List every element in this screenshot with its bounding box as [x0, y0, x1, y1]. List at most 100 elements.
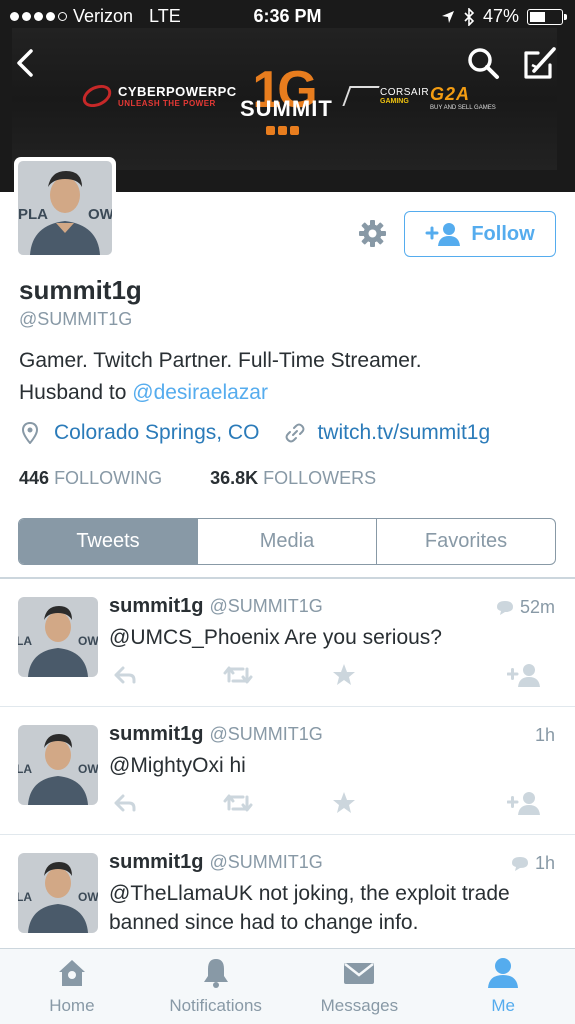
tweet-time: 1h [511, 853, 555, 874]
person-icon [488, 958, 519, 988]
tweet-header: summit1g @SUMMIT1G [109, 851, 323, 874]
reply-bubble-icon [496, 600, 513, 615]
tweet-avatar-image: LA OW [18, 597, 98, 677]
followers-stat[interactable]: 36.8K FOLLOWERS [210, 468, 376, 489]
tweet-author-handle: @SUMMIT1G [209, 852, 323, 872]
tab-media[interactable]: Media [197, 519, 376, 564]
tweet-item[interactable]: LA OW summit1g @SUMMIT1G 1h @TheLlamaUK not j… [0, 835, 575, 963]
reply-icon[interactable] [113, 791, 137, 815]
svg-text:OW: OW [78, 762, 98, 776]
tweet-text: @TheLlamaUK not joking, the exploit trad… [109, 882, 510, 934]
cyber-text: CYBERPOWERPC [118, 84, 237, 99]
svg-text:OW: OW [78, 634, 98, 648]
tweet-avatar[interactable]: LA OW [18, 597, 98, 677]
cyberpowerpc-logo: CYBERPOWERPC UNLEASH THE POWER [79, 80, 237, 112]
tweet-time: 1h [535, 725, 555, 746]
gear-icon[interactable] [359, 220, 386, 247]
tabbar-me[interactable]: Me [431, 949, 575, 1024]
reply-icon[interactable] [113, 663, 137, 687]
tab-tweets[interactable]: Tweets [19, 519, 197, 564]
corsair-text: CORSAIR [380, 87, 430, 98]
follow-user-icon[interactable] [507, 791, 541, 815]
location-pin-icon [22, 422, 38, 444]
tweet-timestamp: 1h [534, 725, 555, 745]
tweet-item[interactable]: LA OW summit1g @SUMMIT1G 1h @MightyOxi hi [0, 707, 575, 835]
link-icon [285, 423, 305, 443]
followers-count: 36.8K [210, 468, 259, 488]
tweet-text: @UMCS_Phoenix Are you serious? [109, 626, 442, 649]
follow-button[interactable]: Follow [404, 211, 556, 257]
tweet-actions [113, 791, 543, 815]
tweet-author-name[interactable]: summit1g [109, 723, 203, 745]
tabbar-messages[interactable]: Messages [288, 949, 432, 1024]
tweet-timestamp: 52m [519, 597, 555, 617]
bio-line-1: Gamer. Twitch Partner. Full-Time Streame… [19, 349, 422, 372]
tweet-avatar[interactable]: LA OW [18, 725, 98, 805]
search-icon[interactable] [466, 46, 500, 80]
profile-meta: Colorado Springs, CO twitch.tv/summit1g [22, 421, 490, 445]
tweet-author-name[interactable]: summit1g [109, 595, 203, 617]
tweet-header: summit1g @SUMMIT1G [109, 595, 323, 618]
svg-text:OW: OW [78, 890, 98, 904]
tweet-actions [113, 663, 543, 687]
battery-icon [527, 8, 567, 25]
g2a-tagline: BUY AND SELL GAMES [430, 105, 496, 111]
tweet-author-name[interactable]: summit1g [109, 851, 203, 873]
retweet-icon[interactable] [223, 663, 253, 687]
tweet-author-handle: @SUMMIT1G [209, 596, 323, 616]
following-label: FOLLOWING [54, 468, 163, 488]
svg-text:LA: LA [18, 634, 32, 648]
home-icon [58, 960, 85, 986]
profile-handle: @SUMMIT1G [19, 309, 133, 329]
profile-website-link[interactable]: twitch.tv/summit1g [317, 421, 490, 445]
tweet-author-handle: @SUMMIT1G [209, 724, 323, 744]
tweet-time: 52m [496, 597, 555, 618]
bluetooth-icon [464, 7, 475, 26]
tabbar-home[interactable]: Home [0, 949, 144, 1024]
follow-label: Follow [471, 222, 535, 245]
svg-text:LA: LA [18, 762, 32, 776]
follow-user-icon[interactable] [507, 663, 541, 687]
battery-percent: 47% [482, 6, 519, 26]
following-stat[interactable]: 446 FOLLOWING [19, 468, 162, 489]
profile-location: Colorado Springs, CO [54, 421, 260, 444]
profile-avatar[interactable]: PLA OW [14, 157, 116, 259]
bio-line-2: Husband to [19, 381, 133, 404]
g2a-text: G2A [430, 84, 471, 104]
compose-icon[interactable] [522, 45, 558, 81]
bio-mention-link[interactable]: @desiraelazar [132, 381, 268, 404]
tweet-avatar[interactable]: LA OW [18, 853, 98, 933]
status-bar: Verizon LTE 6:36 PM 47% [0, 0, 575, 34]
location-arrow-icon [441, 10, 454, 23]
profile-tabs: Tweets Media Favorites [18, 518, 556, 565]
profile-bio: Gamer. Twitch Partner. Full-Time Streame… [19, 345, 559, 409]
add-user-icon [425, 223, 461, 246]
bell-icon [203, 959, 228, 988]
back-icon[interactable] [12, 48, 38, 78]
following-count: 446 [19, 468, 50, 488]
g2a-logo: G2A BUY AND SELL GAMES [430, 84, 496, 111]
followers-label: FOLLOWERS [263, 468, 377, 488]
envelope-icon [344, 963, 375, 984]
reply-bubble-icon [511, 856, 528, 871]
tabbar-home-label: Home [49, 996, 95, 1015]
tweet-avatar-image: LA OW [18, 853, 98, 933]
tweet-timestamp: 1h [534, 853, 555, 873]
retweet-icon[interactable] [223, 791, 253, 815]
svg-text:LA: LA [18, 890, 32, 904]
corsair-logo: CORSAIR GAMING [342, 86, 430, 106]
tab-favorites[interactable]: Favorites [376, 519, 555, 564]
bottom-tab-bar: Home Notifications Messages Me [0, 948, 575, 1024]
tweet-header: summit1g @SUMMIT1G [109, 723, 323, 746]
tabbar-me-label: Me [491, 996, 515, 1015]
tabbar-notifications[interactable]: Notifications [144, 949, 288, 1024]
summit-logo: 1G SUMMIT [240, 64, 332, 142]
tweet-item[interactable]: LA OW summit1g @SUMMIT1G 52m @UMCS_Phoenix Ar… [0, 579, 575, 707]
svg-text:PLA: PLA [18, 206, 48, 223]
favorite-star-icon[interactable] [332, 663, 356, 687]
tabbar-messages-label: Messages [320, 996, 399, 1015]
favorite-star-icon[interactable] [332, 791, 356, 815]
tabbar-notifications-label: Notifications [169, 996, 262, 1015]
profile-name: summit1g [19, 275, 142, 305]
cyber-tagline: UNLEASH THE POWER [118, 99, 216, 108]
